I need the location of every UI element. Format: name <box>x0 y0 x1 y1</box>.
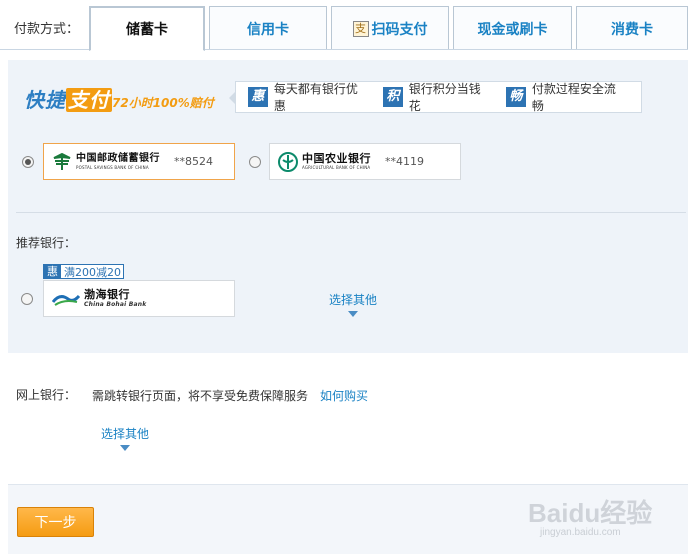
tab-cash-or-card[interactable]: 现金或刷卡 <box>453 6 572 50</box>
quickpay-logo-main: 快捷 <box>24 88 66 112</box>
bohai-name-en: China Bohai Bank <box>84 301 147 308</box>
tab-scan-pay[interactable]: 支 扫码支付 <box>331 6 449 50</box>
psbc-name-block: 中国邮政储蓄银行 POSTAL SAVINGS BANK OF CHINA <box>76 152 160 170</box>
radio-card-psbc[interactable] <box>22 156 34 168</box>
next-step-button[interactable]: 下一步 <box>17 507 94 537</box>
payment-method-tabbar: 付款方式： 储蓄卡 信用卡 支 扫码支付 现金或刷卡 消费卡 <box>0 0 688 51</box>
tab-debit-card-label: 储蓄卡 <box>126 22 168 38</box>
tab-cash-or-card-label: 现金或刷卡 <box>477 21 548 38</box>
psbc-account-number: **8524 <box>174 155 213 168</box>
quickpay-guarantee: 72小时100%赔付 <box>112 96 214 110</box>
ji-icon: 积 <box>382 87 403 107</box>
radio-bank-bohai[interactable] <box>21 293 33 305</box>
recommended-banks-label: 推荐银行： <box>16 236 77 250</box>
chevron-down-icon <box>348 311 358 317</box>
bohai-name-cn: 渤海银行 <box>84 288 130 301</box>
abc-name-en: AGRICULTURAL BANK OF CHINA <box>302 165 371 170</box>
quickpay-logo: 快捷 支付 <box>24 84 112 113</box>
select-other-recommended-label: 选择其他 <box>329 293 378 307</box>
perk-discount: 惠 每天都有银行优惠 <box>248 80 369 114</box>
chang-icon: 畅 <box>506 87 526 107</box>
perk-points-text: 银行积分当钱花 <box>408 82 481 113</box>
abc-account-number: **4119 <box>385 155 424 168</box>
baidu-watermark-url: jingyan.baidu.com <box>540 527 621 538</box>
chevron-down-icon <box>120 445 130 451</box>
abc-name-cn: 中国农业银行 <box>302 152 371 165</box>
psbc-name-cn: 中国邮政储蓄银行 <box>76 152 160 164</box>
tab-credit-card[interactable]: 信用卡 <box>209 6 327 50</box>
radio-card-abc[interactable] <box>249 156 261 168</box>
abc-name-block: 中国农业银行 AGRICULTURAL BANK OF CHINA <box>302 153 371 170</box>
bohai-name-block: 渤海银行 China Bohai Bank <box>84 289 146 308</box>
psbc-logo-icon <box>52 152 72 172</box>
tab-consumer-card[interactable]: 消费卡 <box>576 6 688 50</box>
bohai-logo-icon <box>52 289 80 309</box>
perk-points: 积 银行积分当钱花 <box>382 80 492 114</box>
how-to-buy-link[interactable]: 如何购买 <box>320 387 368 404</box>
saved-card-psbc[interactable]: 中国邮政储蓄银行 POSTAL SAVINGS BANK OF CHINA **… <box>43 143 235 180</box>
promo-badge: 惠 满200减20 <box>43 264 124 279</box>
perk-smooth: 畅 付款过程安全流畅 <box>506 80 627 114</box>
tab-scan-pay-label: 扫码支付 <box>371 21 428 38</box>
perk-discount-text: 每天都有银行优惠 <box>273 82 358 113</box>
quickpay-logo-highlight: 支付 <box>66 88 112 112</box>
recommended-bank-bohai[interactable]: 渤海银行 China Bohai Bank <box>43 280 235 317</box>
online-banking-description: 需跳转银行页面，将不享受免费保障服务 <box>92 389 309 403</box>
quickpay-perks: 惠 每天都有银行优惠 积 银行积分当钱花 畅 付款过程安全流畅 <box>229 80 642 114</box>
promo-hui-icon: 惠 <box>44 265 61 278</box>
hui-icon: 惠 <box>248 87 268 107</box>
perk-smooth-text: 付款过程安全流畅 <box>531 82 616 113</box>
online-banking-label: 网上银行： <box>16 388 77 402</box>
select-other-online-link[interactable]: 选择其他 <box>101 425 149 451</box>
baidu-watermark: Baidu经验 <box>528 498 653 528</box>
abc-logo-icon <box>278 151 298 172</box>
tab-consumer-card-label: 消费卡 <box>611 21 653 38</box>
tab-credit-card-label: 信用卡 <box>247 21 289 38</box>
payment-method-label: 付款方式： <box>14 22 80 37</box>
select-other-recommended-link[interactable]: 选择其他 <box>329 291 377 317</box>
alipay-scan-icon: 支 <box>352 20 369 37</box>
psbc-name-en: POSTAL SAVINGS BANK OF CHINA <box>76 164 149 170</box>
section-divider <box>16 212 686 213</box>
promo-text: 满200减20 <box>64 265 121 279</box>
saved-card-abc[interactable]: 中国农业银行 AGRICULTURAL BANK OF CHINA **4119 <box>269 143 461 180</box>
select-other-online-label: 选择其他 <box>101 427 150 441</box>
tab-debit-card[interactable]: 储蓄卡 <box>89 6 205 51</box>
